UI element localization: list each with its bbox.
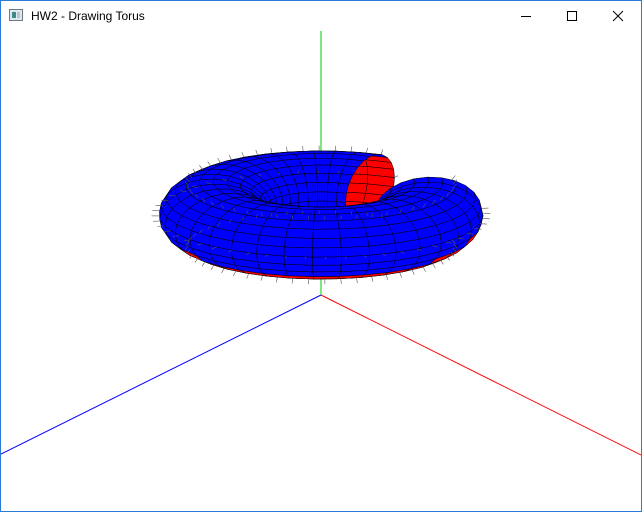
normal-tick xyxy=(366,147,368,153)
torus-face xyxy=(326,191,338,202)
torus-face xyxy=(313,153,334,159)
torus-face xyxy=(314,209,337,215)
normal-tick xyxy=(246,273,249,279)
normal-tick xyxy=(217,157,221,163)
opengl-viewport[interactable] xyxy=(1,31,641,511)
torus-face xyxy=(340,245,370,258)
normal-tick xyxy=(286,146,288,152)
normal-tick xyxy=(432,263,436,269)
normal-tick xyxy=(199,165,203,170)
normal-tick xyxy=(201,261,206,267)
torus-face xyxy=(336,192,347,203)
torus-face xyxy=(315,164,331,174)
torus-face xyxy=(298,191,309,203)
torus-face xyxy=(287,219,315,230)
torus-face xyxy=(312,228,341,239)
normal-tick xyxy=(228,154,232,160)
normal-tick xyxy=(241,152,245,158)
close-button[interactable] xyxy=(595,1,641,31)
minimize-icon xyxy=(521,16,531,17)
torus-face xyxy=(259,225,288,238)
torus-face xyxy=(283,255,313,266)
normal-tick xyxy=(399,272,402,278)
normal-tick xyxy=(270,148,273,154)
torus-face xyxy=(316,182,329,193)
normal-tick xyxy=(275,277,278,283)
normal-tick xyxy=(340,278,342,285)
torus-face xyxy=(336,182,350,194)
torus-face xyxy=(313,220,340,230)
normal-tick xyxy=(221,268,225,274)
torus-face xyxy=(283,246,313,258)
torus-face xyxy=(314,158,333,166)
title-bar[interactable]: HW2 - Drawing Torus xyxy=(1,1,641,31)
torus-face xyxy=(327,182,339,193)
window-app-icon[interactable] xyxy=(9,9,23,21)
torus-face xyxy=(317,191,328,202)
maximize-button[interactable] xyxy=(549,1,595,31)
normal-tick xyxy=(302,145,304,152)
torus-face xyxy=(340,236,370,248)
x-axis-line xyxy=(320,294,641,456)
normal-tick xyxy=(451,175,456,180)
normal-tick xyxy=(207,161,211,167)
normal-tick xyxy=(210,264,215,270)
torus-face xyxy=(316,172,330,183)
normal-tick xyxy=(255,149,258,155)
torus-face xyxy=(306,182,318,193)
torus-face xyxy=(313,213,339,222)
torus-face xyxy=(339,227,368,239)
torus-face xyxy=(312,264,342,273)
torus-face xyxy=(312,247,342,258)
torus-mesh xyxy=(151,145,491,285)
torus-face xyxy=(307,191,318,202)
normal-tick xyxy=(350,146,353,152)
normal-tick xyxy=(233,271,236,277)
torus-face xyxy=(312,271,341,277)
normal-tick xyxy=(371,276,374,282)
normal-tick xyxy=(422,266,426,272)
normal-tick xyxy=(385,274,389,280)
maximize-icon xyxy=(567,11,577,21)
normal-tick xyxy=(260,275,263,281)
normal-tick xyxy=(380,149,383,155)
normal-tick xyxy=(291,278,294,284)
torus-face xyxy=(312,237,342,249)
torus-face xyxy=(285,228,314,239)
app-window: HW2 - Drawing Torus xyxy=(0,0,642,512)
torus-face xyxy=(284,237,314,249)
normal-tick xyxy=(394,175,399,178)
normal-tick xyxy=(411,269,415,275)
torus-face xyxy=(289,192,300,204)
minimize-button[interactable] xyxy=(503,1,549,31)
torus-scene xyxy=(1,31,641,456)
torus-face xyxy=(284,263,314,273)
torus-face xyxy=(289,213,315,222)
normal-tick xyxy=(440,259,444,265)
z-axis-line xyxy=(1,294,322,455)
torus-face xyxy=(312,150,336,154)
torus-face xyxy=(312,256,342,266)
normal-tick xyxy=(356,277,358,284)
torus-face xyxy=(412,181,430,188)
close-icon xyxy=(612,10,624,22)
window-title: HW2 - Drawing Torus xyxy=(31,9,145,23)
